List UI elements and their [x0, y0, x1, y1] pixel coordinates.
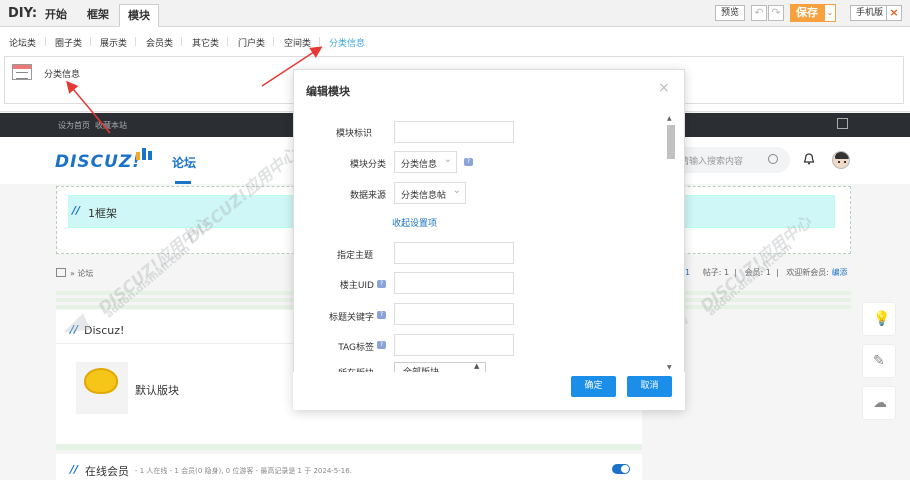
annotation-arrow: [261, 46, 323, 87]
annotation-arrow: [66, 80, 111, 134]
annotation-arrows: [66, 46, 323, 134]
